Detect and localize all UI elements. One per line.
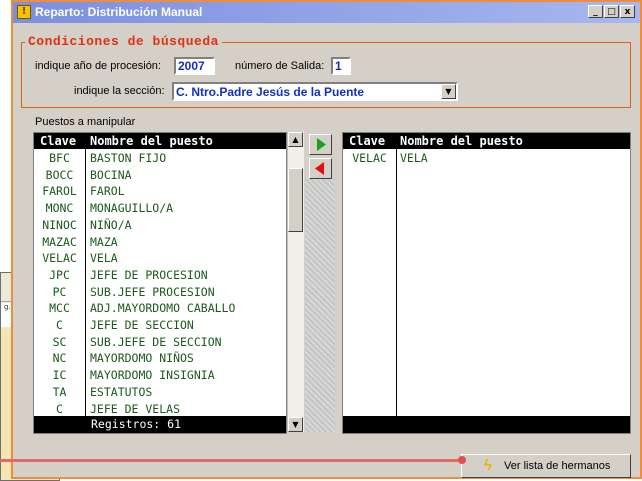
list-item[interactable]: MAZAC MAZA [34,234,286,251]
position-name: SUB.JEFE PROCESION [90,284,215,299]
annotation-dot [458,456,466,464]
position-code: NC [52,351,67,366]
position-name: SUB.JEFE DE SECCION [90,334,222,349]
position-name: ADJ.MAYORDOMO CABALLO [90,301,236,316]
arrow-right-icon [317,138,326,151]
assigned-positions-list[interactable]: Clave Nombre del puesto VELAC VELA [342,132,631,434]
right-list-header: Clave Nombre del puesto [343,133,630,149]
position-code: BFC [49,151,70,165]
available-positions-list[interactable]: Clave Nombre del puesto BFC BASTON FIJO BO… [33,132,287,434]
lightning-icon: ϟ [484,457,492,474]
list-item[interactable]: MONC MONAGUILLO/A [34,200,286,217]
position-name: JEFE DE VELAS [90,401,181,416]
position-code: VELAC [352,151,387,165]
right-list-footer [343,416,630,433]
list-item[interactable]: C JEFE DE SECCION [34,317,286,334]
position-code: SC [52,334,67,349]
list-item[interactable]: IC MAYORDOMO INSIGNIA [34,367,286,384]
minimize-button[interactable]: _ [588,5,603,18]
position-name: BOCINA [90,167,132,182]
list-item[interactable]: VELAC VELA [34,250,286,267]
window-title: Reparto: Distribución Manual [35,5,203,19]
left-header-nombre: Nombre del puesto [90,134,213,148]
list-item[interactable]: JPC JEFE DE PROCESION [34,267,286,284]
position-name: FAROL [90,184,125,199]
scroll-up-button[interactable]: ▲ [288,132,303,147]
list-item[interactable]: BFC BASTON FIJO [34,150,286,167]
position-code: JPC [49,267,70,282]
position-code: PC [52,284,67,299]
position-code: MCC [49,301,70,316]
list-item[interactable]: SC SUB.JEFE DE SECCION [34,334,286,351]
list-item[interactable]: BOCC BOCINA [34,167,286,184]
position-code: MONC [45,201,74,216]
list-item[interactable]: NINOC NIÑO/A [34,217,286,234]
left-list-footer: Registros: 61 [34,416,286,433]
app-icon: ! [17,5,31,19]
position-name: VELA [90,251,118,266]
arrow-left-icon [315,162,324,175]
position-code: FAROL [42,184,77,199]
list-item[interactable]: VELAC VELA [343,150,630,167]
view-brothers-list-label: Ver lista de hermanos [504,460,611,472]
maximize-button[interactable]: □ [604,5,619,18]
position-name: JEFE DE PROCESION [90,267,208,282]
position-name: MONAGUILLO/A [90,201,174,216]
position-name: VELA [400,151,428,165]
position-code: C [56,318,63,332]
position-code: TA [52,384,67,399]
list-item[interactable]: TA ESTATUTOS [34,384,286,401]
position-name: MAZA [90,234,118,249]
add-position-button[interactable] [309,134,332,155]
exit-number-label: número de Salida: [235,60,325,72]
list-item[interactable]: C JEFE DE VELAS [34,401,286,418]
position-code: VELAC [42,251,77,266]
left-header-clave: Clave [40,134,77,148]
position-code: BOCC [45,167,74,182]
year-label: indique año de procesión: [35,60,161,72]
section-select-value: C. Ntro.Padre Jesús de la Puente [176,85,365,99]
list-item[interactable]: NC MAYORDOMO NIÑOS [34,350,286,367]
position-name: MAYORDOMO NIÑOS [90,351,194,366]
search-conditions-title: Condiciones de búsqueda [25,34,222,49]
middle-divider [305,178,335,432]
list-item[interactable]: PC SUB.JEFE PROCESION [34,284,286,301]
title-bar[interactable]: ! Reparto: Distribución Manual _ □ x [13,2,640,23]
left-list-header: Clave Nombre del puesto [34,133,286,149]
position-code: IC [52,368,67,383]
position-name: ESTATUTOS [90,384,153,399]
section-label: indique la sección: [74,85,165,97]
position-name: JEFE DE SECCION [90,318,194,332]
exit-number-field[interactable]: 1 [331,57,351,75]
scroll-thumb[interactable] [288,168,303,232]
position-name: MAYORDOMO INSIGNIA [90,368,215,383]
chevron-down-icon[interactable]: ▼ [441,84,456,99]
view-brothers-list-button[interactable]: ϟ Ver lista de hermanos [461,454,631,478]
close-button[interactable]: x [620,5,635,18]
scroll-down-button[interactable]: ▼ [288,417,303,432]
list-item[interactable]: FAROL FAROL [34,183,286,200]
position-code: NINOC [42,217,77,232]
left-list-scrollbar[interactable]: ▲ ▼ [287,132,304,432]
right-header-nombre: Nombre del puesto [400,134,523,148]
right-header-clave: Clave [349,134,386,148]
annotation-line [0,459,462,462]
position-code: C [56,401,63,416]
remove-position-button[interactable] [309,158,332,179]
position-name: NIÑO/A [90,217,132,232]
main-window: ! Reparto: Distribución Manual _ □ x Con… [11,0,642,479]
year-field[interactable]: 2007 [174,57,215,75]
position-code: MAZAC [42,234,77,249]
section-select[interactable]: C. Ntro.Padre Jesús de la Puente ▼ [172,82,458,101]
position-name: BASTON FIJO [90,151,167,165]
records-count: Registros: 61 [91,417,182,431]
positions-caption: Puestos a manipular [35,116,136,128]
list-item[interactable]: MCC ADJ.MAYORDOMO CABALLO [34,300,286,317]
